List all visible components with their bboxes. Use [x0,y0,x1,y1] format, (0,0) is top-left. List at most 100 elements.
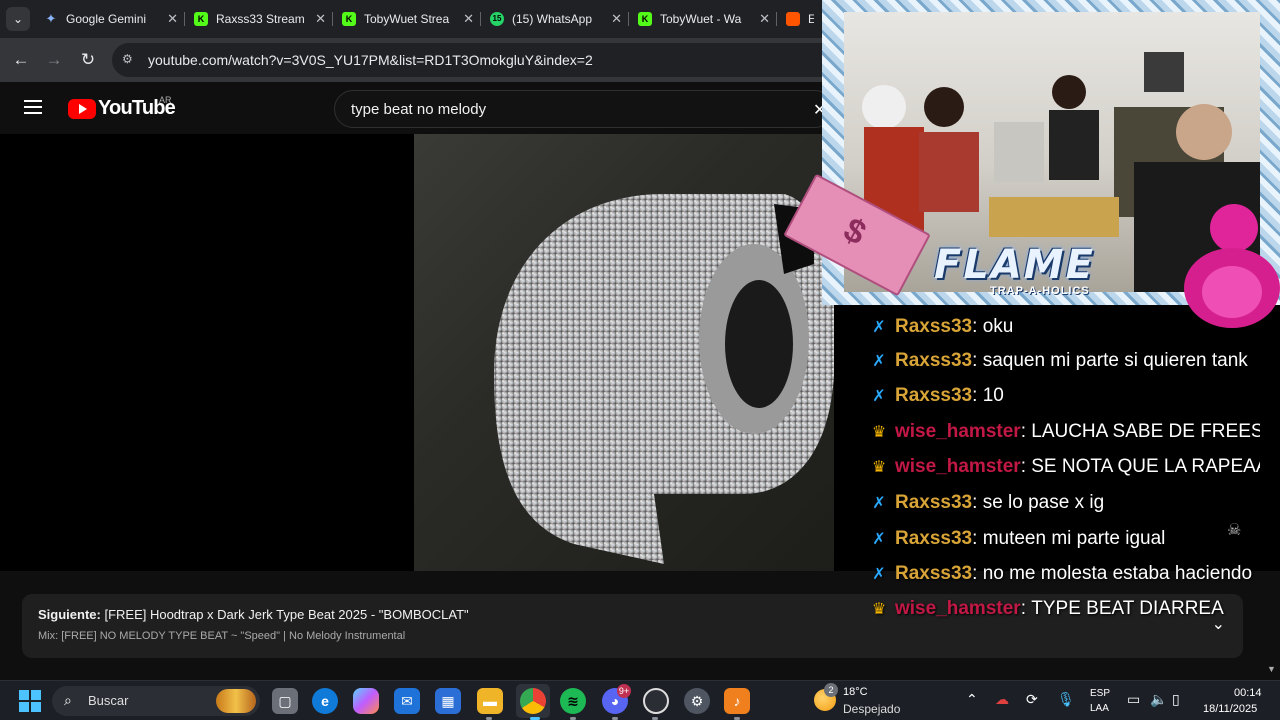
chat-text: se lo pase x ig [982,492,1105,513]
search-input[interactable]: type beat no melody [351,101,486,118]
stream-overlay: FLAME TRAP-A-HOLICS [783,0,1280,328]
close-icon[interactable]: ✕ [315,11,326,27]
file-explorer-icon[interactable]: ▬ [477,688,503,714]
chat-text: LAUCHA SABE DE FREEST [1031,421,1260,442]
tab-raxss33-stream[interactable]: K Raxss33 Stream ✕ [184,0,332,38]
up-next-mix: Mix: [FREE] NO MELODY TYPE BEAT ~ "Speed… [38,630,406,642]
tab-tobywuet-stream[interactable]: K TobyWuet Strea ✕ [332,0,480,38]
url-text: youtube.com/watch?v=3V0S_YU17PM&list=RD1… [148,52,593,68]
chat-username[interactable]: wise_hamster [895,598,1021,620]
close-icon[interactable]: ✕ [611,11,622,27]
windows-start-icon[interactable] [19,690,41,712]
chat-username[interactable]: Raxss33 [895,385,972,407]
crown-badge-icon: ♛ [871,424,887,441]
chat-message: ✗ Raxss33: muteen mi parte igual [868,524,1165,554]
copilot-icon[interactable] [353,688,379,714]
search-box[interactable]: type beat no melody ✕ [334,90,834,128]
reload-button[interactable]: ↻ [76,48,100,72]
chat-message: ✗ Raxss33: no me molesta estaba haciendo [868,559,1252,589]
weather-badge: 2 [824,683,838,697]
country-code: AR [159,95,172,105]
up-next-video-title: [FREE] Hoodtrap x Dark Jerk Type Beat 20… [100,607,469,622]
close-icon[interactable]: ✕ [463,11,474,27]
chat-message: ♛ wise_hamster: LAUCHA SABE DE FREEST [868,417,1260,447]
chat-username[interactable]: Raxss33 [895,563,972,585]
weather-description[interactable]: Despejado [843,702,900,716]
clock-time[interactable]: 00:14 [1234,687,1262,699]
scroll-down-arrow-icon[interactable]: ▼ [1267,664,1276,674]
sync-tray-icon[interactable]: ⟳ [1026,691,1038,708]
chat-username[interactable]: Raxss33 [895,318,972,338]
tab-title: Google Gemini [66,12,147,26]
volume-icon[interactable]: 🔈 [1150,691,1167,708]
tab-soundcloud[interactable]: Esc [776,0,824,38]
chat-text: 10 [982,385,1004,406]
address-bar[interactable]: ⚙ youtube.com/watch?v=3V0S_YU17PM&list=R… [112,43,872,77]
up-next-label: Siguiente: [38,607,101,622]
toilet-paper-image [494,194,834,564]
flame-logo: FLAME [934,242,1095,288]
microphone-icon[interactable]: 🎙 [1057,691,1075,708]
youtube-logo-icon[interactable] [68,99,96,119]
outlook-icon[interactable]: ✉ [394,688,420,714]
sword-badge-icon: ✗ [872,531,886,548]
chat-text: muteen mi parte igual [982,528,1166,549]
task-view-icon[interactable]: ▢ [272,688,298,714]
weather-temperature[interactable]: 18°C [843,686,868,698]
tab-tobywuet-wa[interactable]: K TobyWuet - Wa ✕ [628,0,776,38]
taskbar-search[interactable]: ⌕ Buscar [52,686,260,716]
tab-title: (15) WhatsApp [512,12,593,26]
clock-date[interactable]: 18/11/2025 [1203,703,1257,715]
tab-search-button[interactable]: ⌄ [6,7,30,31]
soundcloud-icon [786,12,800,26]
chat-username[interactable]: wise_hamster [895,456,1021,478]
discord-badge: 9+ [617,684,631,698]
taskbar-search-placeholder: Buscar [88,693,129,708]
steam-icon[interactable] [643,688,669,714]
up-next-title[interactable]: Siguiente: [FREE] Hoodtrap x Dark Jerk T… [38,607,469,622]
menu-icon[interactable] [24,100,42,114]
close-icon[interactable]: ✕ [759,11,770,27]
sword-badge-icon: ✗ [872,388,886,405]
language-indicator[interactable]: ESP [1090,688,1110,699]
tab-title: TobyWuet Strea [364,12,450,26]
chat-username[interactable]: wise_hamster [895,421,1021,443]
network-icon[interactable]: ▭ [1127,691,1140,708]
chat-message: ♛ wise_hamster: SE NOTA QUE LA RAPEAA [868,452,1260,482]
gemini-icon: ✦ [45,11,57,26]
sword-badge-icon: ✗ [872,353,886,370]
keyboard-layout-indicator[interactable]: LAA [1090,703,1109,714]
forward-button[interactable]: → [42,48,66,72]
pink-buddha-icon [1184,204,1280,328]
site-info-icon[interactable]: ⚙ [122,52,138,68]
sword-badge-icon: ✗ [872,495,886,512]
search-highlight-image [216,689,256,713]
chat-text: oku [982,318,1014,337]
kick-icon: K [342,12,356,26]
search-icon: ⌕ [64,692,72,708]
tab-google-gemini[interactable]: ✦ Google Gemini ✕ [34,0,184,38]
screen: ⌄ ✦ Google Gemini ✕ K Raxss33 Stream ✕ K… [0,0,1280,720]
chat-username[interactable]: Raxss33 [895,350,972,372]
settings-gear-icon[interactable]: ⚙ [684,688,710,714]
battery-icon[interactable]: ▯ [1172,691,1180,708]
skull-icon: ☠ [1227,522,1242,539]
tab-title: Raxss33 Stream [216,12,305,26]
store-icon[interactable]: ▦ [435,688,461,714]
chat-text: TYPE BEAT DIARREA [1031,598,1224,619]
crown-badge-icon: ♛ [871,459,887,476]
security-tray-icon[interactable]: ☁ [995,691,1009,708]
tab-whatsapp[interactable]: 15 (15) WhatsApp ✕ [480,0,628,38]
chat-username[interactable]: Raxss33 [895,528,972,550]
show-hidden-icons-icon[interactable]: ⌃ [966,691,978,708]
back-button[interactable]: ← [9,48,33,72]
stream-chat: ✗ Raxss33: oku ✗ Raxss33: saquen mi part… [868,318,1260,628]
chat-username[interactable]: Raxss33 [895,492,972,514]
chat-message: ✗ Raxss33: saquen mi parte si quieren ta… [868,346,1248,376]
fl-studio-icon[interactable]: ♪ [724,688,750,714]
sword-badge-icon: ✗ [872,566,886,583]
close-icon[interactable]: ✕ [167,11,178,27]
spotify-icon[interactable]: ≋ [560,688,586,714]
chrome-icon[interactable] [520,688,546,714]
edge-icon[interactable]: e [312,688,338,714]
